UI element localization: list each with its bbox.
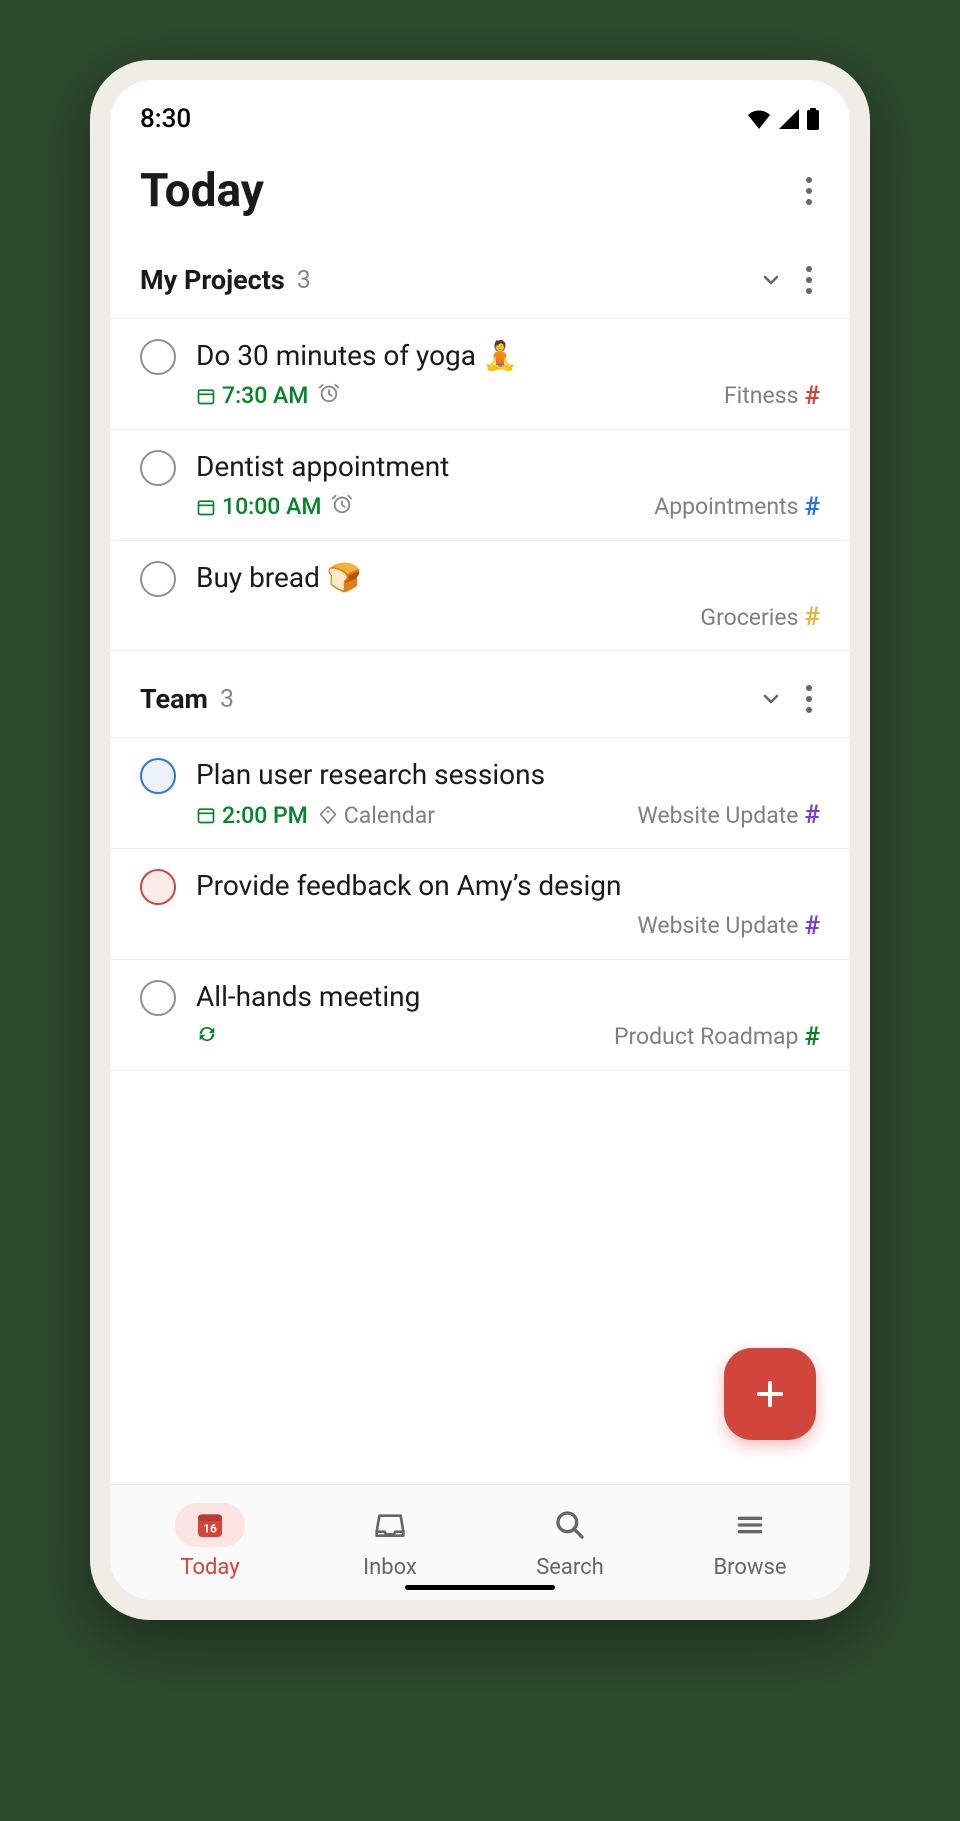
task-project: Website Update # [637, 800, 820, 830]
nav-label: Today [180, 1555, 239, 1580]
menu-icon [734, 1509, 766, 1541]
section-count: 3 [220, 685, 234, 714]
phone-frame: 8:30 Today My Projects 3 [90, 60, 870, 1620]
hash-icon: # [804, 492, 820, 522]
nav-label: Inbox [363, 1555, 417, 1580]
page-header: Today [110, 146, 850, 242]
task-title: Dentist appointment [196, 448, 820, 486]
add-task-button[interactable] [724, 1348, 816, 1440]
task-project: Groceries # [700, 602, 820, 632]
task-row[interactable]: Plan user research sessions 2:00 PM Cale… [110, 737, 850, 848]
status-time: 8:30 [140, 104, 191, 134]
hash-icon: # [804, 800, 820, 830]
section-more-button[interactable] [798, 677, 820, 721]
calendar-icon: 16 [194, 1509, 226, 1541]
alarm-icon [331, 493, 353, 521]
section-header-team[interactable]: Team 3 [110, 651, 850, 737]
task-checkbox[interactable] [140, 339, 176, 375]
more-menu-button[interactable] [798, 169, 820, 213]
task-title: Do 30 minutes of yoga 🧘 [196, 337, 820, 375]
status-bar: 8:30 [110, 80, 850, 146]
task-project: Product Roadmap # [614, 1022, 820, 1052]
task-row[interactable]: Dentist appointment 10:00 AM Ap [110, 429, 850, 540]
plus-icon [751, 1375, 789, 1413]
status-icons [746, 108, 820, 130]
task-checkbox[interactable] [140, 869, 176, 905]
nav-inbox[interactable]: Inbox [300, 1503, 480, 1580]
nav-label: Search [536, 1555, 604, 1580]
section-title: My Projects [140, 264, 285, 296]
hash-icon: # [804, 1022, 820, 1052]
task-title: All-hands meeting [196, 978, 820, 1016]
section-more-button[interactable] [798, 258, 820, 302]
task-project: Website Update # [637, 911, 820, 941]
task-checkbox[interactable] [140, 758, 176, 794]
nav-search[interactable]: Search [480, 1503, 660, 1580]
hash-icon: # [804, 911, 820, 941]
task-time: 2:00 PM [196, 802, 308, 829]
search-icon [554, 1509, 586, 1541]
signal-icon [778, 109, 800, 129]
section-header-my-projects[interactable]: My Projects 3 [110, 242, 850, 318]
nav-today[interactable]: 16 Today [120, 1503, 300, 1580]
battery-icon [806, 108, 820, 130]
task-title: Buy bread 🍞 [196, 559, 820, 597]
task-list-my-projects: Do 30 minutes of yoga 🧘 7:30 AM [110, 318, 850, 651]
nav-label: Browse [713, 1555, 786, 1580]
chevron-down-icon[interactable] [756, 265, 786, 295]
task-time: 7:30 AM [196, 382, 308, 409]
task-title: Plan user research sessions [196, 756, 820, 794]
task-title: Provide feedback on Amy’s design [196, 867, 820, 905]
task-project: Appointments # [654, 492, 820, 522]
chevron-down-icon[interactable] [756, 684, 786, 714]
task-checkbox[interactable] [140, 450, 176, 486]
task-checkbox[interactable] [140, 980, 176, 1016]
hash-icon: # [804, 381, 820, 411]
hash-icon: # [804, 602, 820, 632]
nav-browse[interactable]: Browse [660, 1503, 840, 1580]
task-row[interactable]: Provide feedback on Amy’s design Website… [110, 848, 850, 959]
task-checkbox[interactable] [140, 561, 176, 597]
inbox-icon [374, 1509, 406, 1541]
page-title: Today [140, 164, 264, 218]
svg-text:16: 16 [203, 1521, 217, 1535]
bottom-nav: 16 Today Inbox Search Browse [110, 1484, 850, 1600]
wifi-icon [746, 109, 772, 129]
home-indicator[interactable] [405, 1585, 555, 1590]
task-project: Fitness # [724, 381, 820, 411]
section-title: Team [140, 683, 208, 715]
task-list-team: Plan user research sessions 2:00 PM Cale… [110, 737, 850, 1070]
task-time: 10:00 AM [196, 493, 321, 520]
screen: 8:30 Today My Projects 3 [110, 80, 850, 1600]
task-row[interactable]: All-hands meeting Product Roadmap # [110, 959, 850, 1071]
section-count: 3 [297, 266, 311, 295]
task-row[interactable]: Do 30 minutes of yoga 🧘 7:30 AM [110, 318, 850, 429]
task-label: Calendar [318, 802, 435, 829]
recurring-icon [196, 1023, 218, 1051]
alarm-icon [318, 382, 340, 410]
task-row[interactable]: Buy bread 🍞 Groceries # [110, 540, 850, 652]
